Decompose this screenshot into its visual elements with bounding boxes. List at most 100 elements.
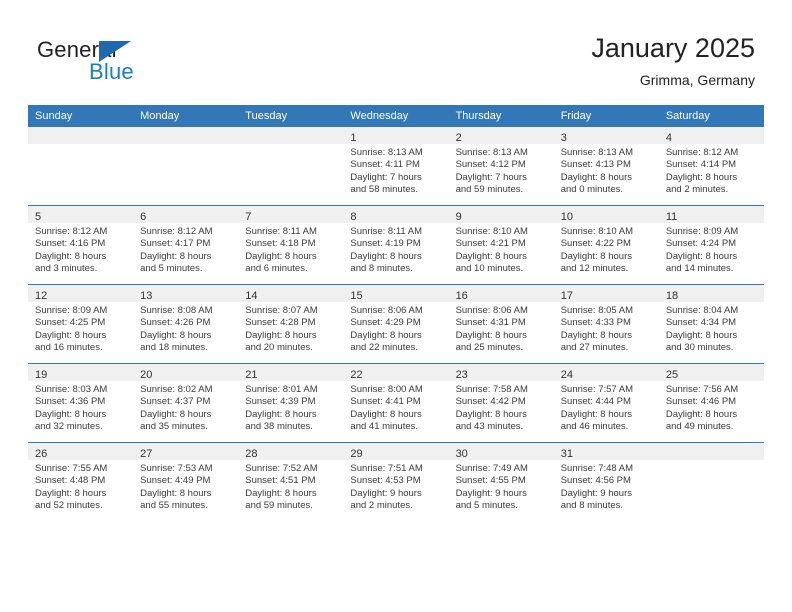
- day-box: 1 Sunrise: 8:13 AM Sunset: 4:11 PM Daylight…: [343, 127, 449, 205]
- daylight-text-line2: and 12 minutes.: [560, 263, 629, 275]
- sunset-text: Sunset: 4:12 PM: [455, 159, 526, 171]
- day-box: 29 Sunrise: 7:51 AM Sunset: 4:53 PM Dayligh…: [343, 443, 449, 521]
- calendar-day-cell[interactable]: 18 Sunrise: 8:04 AM Sunset: 4:34 PM Dayligh…: [658, 284, 764, 364]
- daylight-text-line2: and 25 minutes.: [455, 342, 524, 354]
- daylight-text-line2: and 41 minutes.: [350, 421, 419, 433]
- day-box: 25 Sunrise: 7:56 AM Sunset: 4:46 PM Dayligh…: [658, 364, 764, 442]
- sunset-text: Sunset: 4:28 PM: [245, 317, 316, 329]
- calendar-day-cell[interactable]: 8 Sunrise: 8:11 AM Sunset: 4:19 PM Daylight…: [343, 205, 449, 285]
- day-number: 16: [455, 290, 468, 302]
- day-box: [133, 127, 239, 205]
- calendar-day-cell[interactable]: 23 Sunrise: 7:58 AM Sunset: 4:42 PM Dayligh…: [448, 363, 554, 443]
- day-number-band: 29: [343, 443, 449, 460]
- sunrise-text: Sunrise: 7:57 AM: [560, 384, 634, 395]
- daylight-text-line1: Daylight: 8 hours: [665, 250, 738, 262]
- sunset-text: Sunset: 4:39 PM: [245, 396, 316, 408]
- calendar-day-cell[interactable]: 29 Sunrise: 7:51 AM Sunset: 4:53 PM Dayligh…: [343, 442, 449, 521]
- calendar-day-cell[interactable]: 3 Sunrise: 8:13 AM Sunset: 4:13 PM Daylight…: [553, 127, 659, 206]
- daylight-text-line2: and 2 minutes.: [665, 184, 729, 196]
- daylight-text-line1: Daylight: 8 hours: [665, 408, 738, 420]
- sunrise-text: Sunrise: 7:52 AM: [245, 463, 318, 474]
- calendar-day-cell[interactable]: 26 Sunrise: 7:55 AM Sunset: 4:48 PM Dayligh…: [28, 442, 134, 521]
- sunset-text: Sunset: 4:33 PM: [560, 317, 631, 329]
- calendar-day-cell[interactable]: 19 Sunrise: 8:03 AM Sunset: 4:36 PM Dayligh…: [28, 363, 134, 443]
- sunset-text: Sunset: 4:48 PM: [35, 475, 106, 487]
- calendar-day-cell[interactable]: 24 Sunrise: 7:57 AM Sunset: 4:44 PM Dayligh…: [553, 363, 659, 443]
- sunrise-text: Sunrise: 8:11 AM: [350, 226, 423, 237]
- sunrise-text: Sunrise: 8:04 AM: [665, 305, 739, 316]
- calendar-day-cell[interactable]: 4 Sunrise: 8:12 AM Sunset: 4:14 PM Daylight…: [658, 127, 764, 206]
- day-number-band: 15: [343, 285, 449, 302]
- calendar-day-cell[interactable]: 6 Sunrise: 8:12 AM Sunset: 4:17 PM Daylight…: [133, 205, 239, 285]
- calendar-day-cell[interactable]: 10 Sunrise: 8:10 AM Sunset: 4:22 PM Dayligh…: [553, 205, 659, 285]
- calendar-day-cell[interactable]: 25 Sunrise: 7:56 AM Sunset: 4:46 PM Dayligh…: [658, 363, 764, 443]
- daylight-text-line2: and 3 minutes.: [35, 263, 98, 275]
- day-number-band: 16: [448, 285, 554, 302]
- sunset-text: Sunset: 4:16 PM: [35, 238, 106, 250]
- day-box: 30 Sunrise: 7:49 AM Sunset: 4:55 PM Dayligh…: [448, 443, 554, 521]
- calendar-day-cell[interactable]: 12 Sunrise: 8:09 AM Sunset: 4:25 PM Dayligh…: [28, 284, 134, 364]
- sunrise-text: Sunrise: 8:12 AM: [140, 226, 213, 237]
- day-box: 15 Sunrise: 8:06 AM Sunset: 4:29 PM Dayligh…: [343, 285, 449, 363]
- calendar-day-cell[interactable]: 27 Sunrise: 7:53 AM Sunset: 4:49 PM Dayligh…: [133, 442, 239, 521]
- day-box: 26 Sunrise: 7:55 AM Sunset: 4:48 PM Dayligh…: [28, 443, 134, 521]
- day-number-band: 21: [238, 364, 344, 381]
- day-details: Sunrise: 8:03 AM Sunset: 4:36 PM Daylight:…: [28, 381, 133, 434]
- sunrise-text: Sunrise: 8:09 AM: [35, 305, 108, 316]
- day-number-band: 14: [238, 285, 344, 302]
- calendar-day-cell[interactable]: 17 Sunrise: 8:05 AM Sunset: 4:33 PM Dayligh…: [553, 284, 659, 364]
- calendar-day-cell[interactable]: 21 Sunrise: 8:01 AM Sunset: 4:39 PM Dayligh…: [238, 363, 344, 443]
- daylight-text-line2: and 8 minutes.: [560, 500, 624, 512]
- daylight-text-line2: and 52 minutes.: [35, 500, 103, 512]
- daylight-text-line2: and 27 minutes.: [560, 342, 629, 354]
- day-number-band: 17: [553, 285, 659, 302]
- sunset-text: Sunset: 4:25 PM: [35, 317, 106, 329]
- day-number-band: 3: [553, 127, 659, 144]
- day-number: 23: [455, 369, 468, 381]
- day-number: 17: [560, 290, 573, 302]
- calendar-day-cell[interactable]: 20 Sunrise: 8:02 AM Sunset: 4:37 PM Dayligh…: [133, 363, 239, 443]
- logo[interactable]: General Blue: [37, 38, 237, 90]
- daylight-text-line2: and 22 minutes.: [350, 342, 419, 354]
- day-number-band: 25: [658, 364, 764, 381]
- day-box: 20 Sunrise: 8:02 AM Sunset: 4:37 PM Dayligh…: [133, 364, 239, 442]
- calendar-day-cell[interactable]: 31 Sunrise: 7:48 AM Sunset: 4:56 PM Dayligh…: [553, 442, 659, 521]
- calendar-day-cell[interactable]: 16 Sunrise: 8:06 AM Sunset: 4:31 PM Dayligh…: [448, 284, 554, 364]
- calendar-day-cell[interactable]: 1 Sunrise: 8:13 AM Sunset: 4:11 PM Daylight…: [343, 127, 449, 206]
- sunrise-text: Sunrise: 8:13 AM: [560, 147, 634, 158]
- day-details: [28, 144, 133, 147]
- day-number: 19: [35, 369, 48, 381]
- sunrise-text: Sunrise: 8:02 AM: [140, 384, 213, 395]
- day-number: 2: [455, 132, 462, 144]
- day-number: 7: [245, 211, 252, 223]
- calendar-day-cell[interactable]: 30 Sunrise: 7:49 AM Sunset: 4:55 PM Dayligh…: [448, 442, 554, 521]
- calendar-day-cell[interactable]: 9 Sunrise: 8:10 AM Sunset: 4:21 PM Daylight…: [448, 205, 554, 285]
- day-details: Sunrise: 7:56 AM Sunset: 4:46 PM Daylight:…: [659, 381, 764, 434]
- day-number: 15: [350, 290, 363, 302]
- day-number-band: 5: [28, 206, 134, 223]
- daylight-text-line1: Daylight: 8 hours: [560, 329, 632, 341]
- day-number: 20: [140, 369, 153, 381]
- calendar-day-cell[interactable]: 22 Sunrise: 8:00 AM Sunset: 4:41 PM Dayligh…: [343, 363, 449, 443]
- sunset-text: Sunset: 4:51 PM: [245, 475, 316, 487]
- page-subtitle: Grimma, Germany: [639, 72, 755, 88]
- calendar-day-cell[interactable]: 14 Sunrise: 8:07 AM Sunset: 4:28 PM Dayligh…: [238, 284, 344, 364]
- sunset-text: Sunset: 4:19 PM: [350, 238, 421, 250]
- day-box: 2 Sunrise: 8:13 AM Sunset: 4:12 PM Daylight…: [448, 127, 554, 205]
- calendar-day-cell[interactable]: 5 Sunrise: 8:12 AM Sunset: 4:16 PM Daylight…: [28, 205, 134, 285]
- daylight-text-line1: Daylight: 8 hours: [245, 250, 317, 262]
- day-number: 25: [665, 369, 679, 381]
- daylight-text-line2: and 38 minutes.: [245, 421, 313, 433]
- calendar-day-cell[interactable]: 7 Sunrise: 8:11 AM Sunset: 4:18 PM Daylight…: [238, 205, 344, 285]
- day-box: 11 Sunrise: 8:09 AM Sunset: 4:24 PM Dayligh…: [658, 206, 764, 284]
- calendar-day-cell[interactable]: 2 Sunrise: 8:13 AM Sunset: 4:12 PM Daylight…: [448, 127, 554, 206]
- day-number: 12: [35, 290, 48, 302]
- daylight-text-line2: and 46 minutes.: [560, 421, 629, 433]
- day-details: Sunrise: 7:53 AM Sunset: 4:49 PM Daylight:…: [133, 460, 238, 513]
- daylight-text-line1: Daylight: 8 hours: [665, 329, 738, 341]
- calendar-day-cell[interactable]: 11 Sunrise: 8:09 AM Sunset: 4:24 PM Dayligh…: [658, 205, 764, 285]
- day-box: [238, 127, 344, 205]
- calendar-day-cell[interactable]: 15 Sunrise: 8:06 AM Sunset: 4:29 PM Dayligh…: [343, 284, 449, 364]
- calendar-day-cell[interactable]: 13 Sunrise: 8:08 AM Sunset: 4:26 PM Dayligh…: [133, 284, 239, 364]
- calendar-day-cell[interactable]: 28 Sunrise: 7:52 AM Sunset: 4:51 PM Dayligh…: [238, 442, 344, 521]
